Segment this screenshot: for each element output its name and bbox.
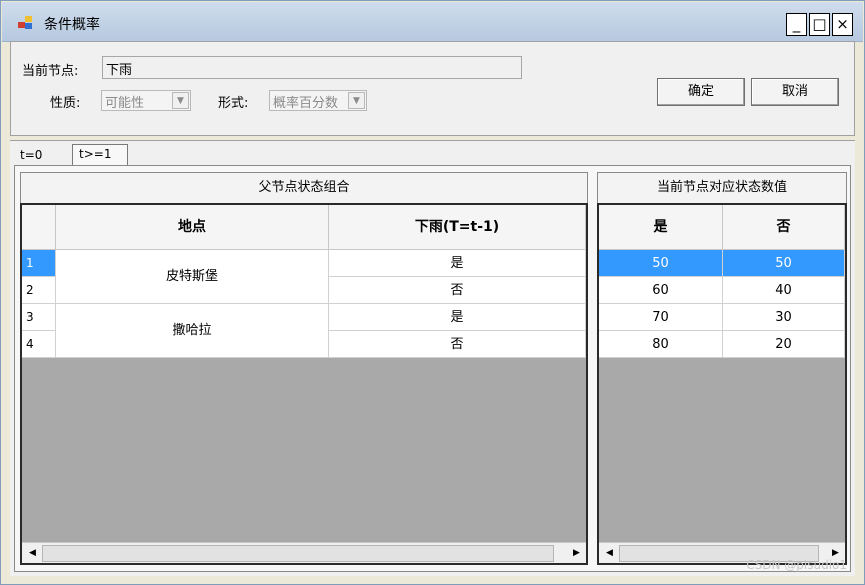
scroll-left-icon[interactable]: ◀ <box>601 545 618 562</box>
format-label: 形式: <box>218 96 249 111</box>
location-cell[interactable]: 皮特斯堡 <box>56 250 329 304</box>
parent-states-grid: 地点 下雨(T=t-1) 1 2 3 4 皮特斯堡 撒哈拉 是 否 是 否 ◀ … <box>20 203 588 565</box>
current-node-field[interactable]: 下雨 <box>102 56 522 79</box>
format-select[interactable]: 概率百分数 ▼ <box>269 90 367 111</box>
rain-cell[interactable]: 否 <box>329 277 586 304</box>
value-cell[interactable]: 80 <box>599 331 723 358</box>
value-cell[interactable]: 30 <box>723 304 845 331</box>
app-icon <box>18 16 34 30</box>
value-cell[interactable]: 70 <box>599 304 723 331</box>
row-number[interactable]: 4 <box>22 331 56 358</box>
title-bar: 条件概率 _ □ × <box>2 2 863 42</box>
parent-group-header: 父节点状态组合 <box>20 172 588 204</box>
nature-label: 性质: <box>50 96 81 111</box>
rain-cell[interactable]: 是 <box>329 304 586 331</box>
row-number[interactable]: 1 <box>22 250 56 277</box>
column-header-rain[interactable]: 下雨(T=t-1) <box>329 205 586 250</box>
window-title: 条件概率 <box>44 17 100 33</box>
scroll-thumb[interactable] <box>42 545 554 562</box>
rain-cell[interactable]: 否 <box>329 331 586 358</box>
value-cell[interactable]: 50 <box>599 250 723 277</box>
rain-cell[interactable]: 是 <box>329 250 586 277</box>
column-header-yes[interactable]: 是 <box>599 205 723 250</box>
nature-select[interactable]: 可能性 ▼ <box>101 90 191 111</box>
nature-select-value: 可能性 <box>105 96 145 111</box>
row-number[interactable]: 3 <box>22 304 56 331</box>
watermark: CSDN @pisudio1 <box>746 558 847 572</box>
cancel-button[interactable]: 取消 <box>751 78 839 106</box>
tab-t0[interactable]: t=0 <box>14 146 70 166</box>
values-group-header: 当前节点对应状态数值 <box>597 172 847 204</box>
scroll-right-icon[interactable]: ▶ <box>568 545 585 562</box>
maximize-button[interactable]: □ <box>809 13 830 36</box>
ok-button[interactable]: 确定 <box>657 78 745 106</box>
chevron-down-icon[interactable]: ▼ <box>348 92 365 109</box>
value-cell[interactable]: 60 <box>599 277 723 304</box>
location-cell[interactable]: 撒哈拉 <box>56 304 329 358</box>
value-cell[interactable]: 20 <box>723 331 845 358</box>
row-header-corner <box>22 205 56 250</box>
state-values-grid: 是 否 50 50 60 40 70 30 80 20 ◀ ▶ <box>597 203 847 565</box>
current-node-label: 当前节点: <box>22 64 79 79</box>
column-header-location[interactable]: 地点 <box>56 205 329 250</box>
minimize-button[interactable]: _ <box>786 13 807 36</box>
column-header-no[interactable]: 否 <box>723 205 845 250</box>
tab-t-ge-1[interactable]: t>=1 <box>72 144 128 166</box>
close-button[interactable]: × <box>832 13 853 36</box>
format-select-value: 概率百分数 <box>273 96 339 111</box>
row-number[interactable]: 2 <box>22 277 56 304</box>
scroll-left-icon[interactable]: ◀ <box>24 545 41 562</box>
horizontal-scrollbar[interactable]: ◀ ▶ <box>22 542 586 563</box>
chevron-down-icon[interactable]: ▼ <box>172 92 189 109</box>
value-cell[interactable]: 40 <box>723 277 845 304</box>
value-cell[interactable]: 50 <box>723 250 845 277</box>
